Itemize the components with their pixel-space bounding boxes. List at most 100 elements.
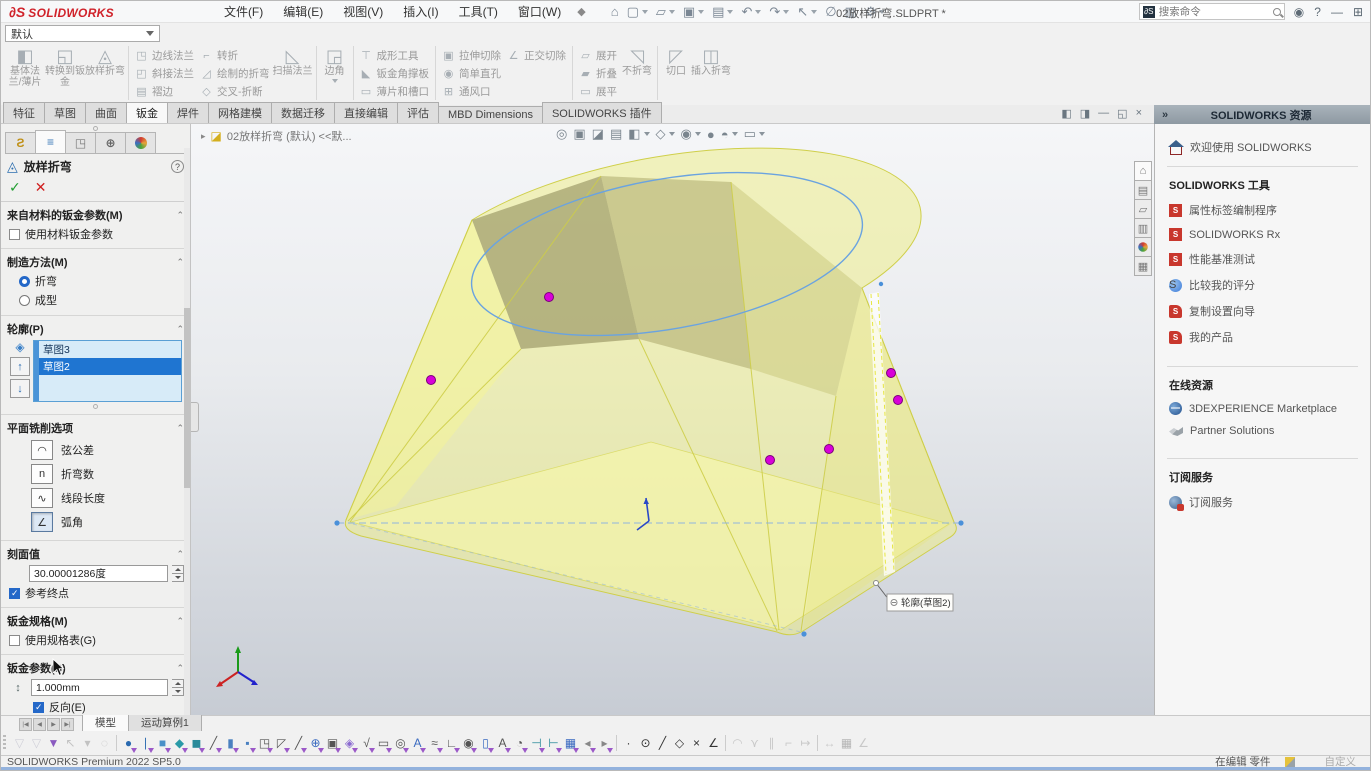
task-pane-link[interactable]: S SOLIDWORKS Rx	[1155, 223, 1370, 246]
facet-value-input[interactable]: 30.00001286度	[29, 565, 168, 582]
plane-tool-icon[interactable]: ▮	[222, 734, 239, 752]
ribbon-tab[interactable]: 网格建模	[208, 102, 272, 123]
ribbon-button[interactable]: ◇ 交叉-折断	[197, 83, 273, 100]
line-tool-icon[interactable]: ∣	[137, 734, 154, 752]
help-icon[interactable]: ?	[171, 160, 184, 173]
file-explorer-tab[interactable]: ▱	[1134, 199, 1152, 219]
ribbon-big-button[interactable]: ◺ 扫描法兰	[273, 44, 313, 102]
search-input[interactable]	[1159, 6, 1273, 18]
breadcrumb[interactable]: ▸ ◪ 02放样折弯 (默认) <<默...	[201, 128, 352, 144]
label-tool-icon[interactable]: ▭	[375, 734, 392, 752]
panel-splitter-handle[interactable]	[191, 402, 199, 432]
menu-item[interactable]: 工具(T)	[449, 0, 508, 23]
diagonal-tool-icon[interactable]: ╱	[205, 734, 222, 752]
collapse-icon[interactable]: ⌃	[176, 324, 184, 335]
pane-left-icon[interactable]: ◧	[1061, 107, 1071, 120]
ribbon-button[interactable]: ◰ 斜接法兰	[132, 65, 197, 82]
filter-edges-icon[interactable]: ▼	[45, 734, 62, 752]
menu-item[interactable]: 编辑(E)	[273, 0, 333, 23]
collapse-icon[interactable]: ⌃	[176, 549, 184, 560]
ribbon-big-button[interactable]: ◹ 不折弯	[620, 44, 654, 102]
scrollbar-thumb[interactable]	[184, 308, 190, 488]
model-tab[interactable]: 模型	[82, 713, 129, 731]
featuremanager-tab[interactable]: Ƨ	[5, 132, 36, 153]
menu-item[interactable]: 视图(V)	[333, 0, 393, 23]
tab-scroll-button[interactable]: ▶|	[61, 718, 74, 731]
maximize-icon[interactable]: ⊞	[1348, 5, 1368, 19]
resize-grip[interactable]	[93, 126, 98, 131]
undo-icon[interactable]: ↶	[738, 3, 764, 21]
search-icon[interactable]	[1273, 8, 1281, 16]
menu-item[interactable]: 文件(F)	[214, 0, 273, 23]
thickness-stepper[interactable]	[172, 679, 184, 696]
pane-right-icon[interactable]: ◨	[1080, 107, 1090, 120]
help-icon[interactable]: ?	[1309, 5, 1326, 19]
ribbon-button[interactable]: ∠ 正交切除	[504, 47, 569, 64]
task-pane-link[interactable]: S 属性标签编制程序	[1155, 197, 1370, 223]
configuration-dropdown[interactable]: 默认	[5, 25, 160, 42]
save-icon[interactable]: ▣	[680, 3, 707, 21]
tab-scroll-button[interactable]: ▶	[47, 718, 60, 731]
method-radio[interactable]: 折弯	[19, 273, 184, 289]
ribbon-tab[interactable]: 数据迁移	[271, 102, 335, 123]
ribbon-tab[interactable]: 曲面	[85, 102, 127, 123]
zoom-area-icon[interactable]: ▣	[573, 126, 585, 142]
displaymanager-tab[interactable]	[125, 132, 156, 153]
select-caret-icon[interactable]: ▾	[79, 734, 96, 752]
cancel-button[interactable]: ✕	[35, 179, 47, 196]
panel-scrollbar[interactable]	[184, 148, 190, 715]
task-pane-link[interactable]: Partner Solutions	[1155, 420, 1370, 442]
ribbon-button[interactable]: ▰ 折叠	[576, 65, 620, 82]
zoom-note-icon[interactable]: ◉	[460, 734, 477, 752]
command-search[interactable]: ∂S	[1139, 3, 1285, 20]
note-tool-icon[interactable]: ▯	[477, 734, 494, 752]
ok-button[interactable]: ✓	[9, 179, 21, 196]
ribbon-button[interactable]: ▣ 拉伸切除	[439, 47, 504, 64]
facet-option-button[interactable]: ∿	[31, 488, 53, 508]
collapse-icon[interactable]: ⌃	[176, 257, 184, 268]
dimxpertmanager-tab[interactable]: ⊕	[95, 132, 126, 153]
section-view-icon[interactable]: ◪	[592, 126, 604, 142]
ribbon-button[interactable]: ▭ 薄片和槽口	[357, 83, 433, 100]
parallel-tool-icon[interactable]: ∥	[763, 734, 780, 752]
tab-scroll-button[interactable]: ◀	[33, 718, 46, 731]
ribbon-button[interactable]: ◉ 简单直孔	[439, 65, 504, 82]
resources-tab[interactable]: ⌂	[1134, 161, 1152, 181]
ribbon-tab[interactable]: SOLIDWORKS 插件	[542, 102, 662, 123]
ribbon-tab[interactable]: 直接编辑	[334, 102, 398, 123]
use-gauge-table-checkbox[interactable]	[9, 635, 20, 646]
box-tool-icon[interactable]: ◼	[188, 734, 205, 752]
ribbon-big-button[interactable]: ◸ 切口	[661, 44, 691, 102]
arc-tool-icon[interactable]: ◠	[729, 734, 746, 752]
ribbon-button[interactable]: ▱ 展开	[576, 47, 620, 64]
ribbon-tab[interactable]: MBD Dimensions	[438, 106, 543, 123]
home-icon[interactable]: ⌂	[608, 3, 622, 20]
ribbon-button[interactable]: ▤ 褶边	[132, 83, 197, 100]
ribbon-tab[interactable]: 特征	[3, 102, 45, 123]
plug-right-icon[interactable]: ⊢	[545, 734, 562, 752]
check-tool-icon[interactable]: √	[358, 734, 375, 752]
close-doc-icon[interactable]: ×	[1136, 107, 1142, 120]
use-material-params-checkbox[interactable]	[9, 229, 20, 240]
filter-vertices-icon[interactable]: ▽	[11, 734, 28, 752]
point-tool-icon[interactable]: ●	[120, 734, 137, 752]
print-icon[interactable]: ▤	[709, 3, 736, 21]
grid-icon[interactable]: ▦	[838, 734, 855, 752]
pie-tool-icon[interactable]: ◔	[511, 734, 528, 752]
edit-appearance-icon[interactable]: ●	[707, 127, 715, 142]
corner-gray-icon[interactable]: ⌐	[780, 734, 797, 752]
facet-option-button[interactable]: ◠	[31, 440, 53, 460]
image-tool-icon[interactable]: ▦	[562, 734, 579, 752]
ribbon-tab[interactable]: 焊件	[167, 102, 209, 123]
view-palette-tab[interactable]: ▥	[1134, 218, 1152, 238]
toolbar-grip[interactable]	[3, 735, 6, 751]
ribbon-tab[interactable]: 评估	[397, 102, 439, 123]
corner-tool-icon[interactable]: ◸	[273, 734, 290, 752]
tab-scroll-button[interactable]: |◀	[19, 718, 32, 731]
border-tool-icon[interactable]: ▣	[324, 734, 341, 752]
collapse-icon[interactable]: ⌃	[176, 663, 184, 674]
ribbon-button[interactable]: ◣ 钣金角撑板	[357, 65, 433, 82]
restore-doc-icon[interactable]: ◱	[1117, 107, 1127, 120]
angle-gray-icon[interactable]: ∠	[855, 734, 872, 752]
welcome-link[interactable]: 欢迎使用 SOLIDWORKS	[1155, 134, 1370, 160]
